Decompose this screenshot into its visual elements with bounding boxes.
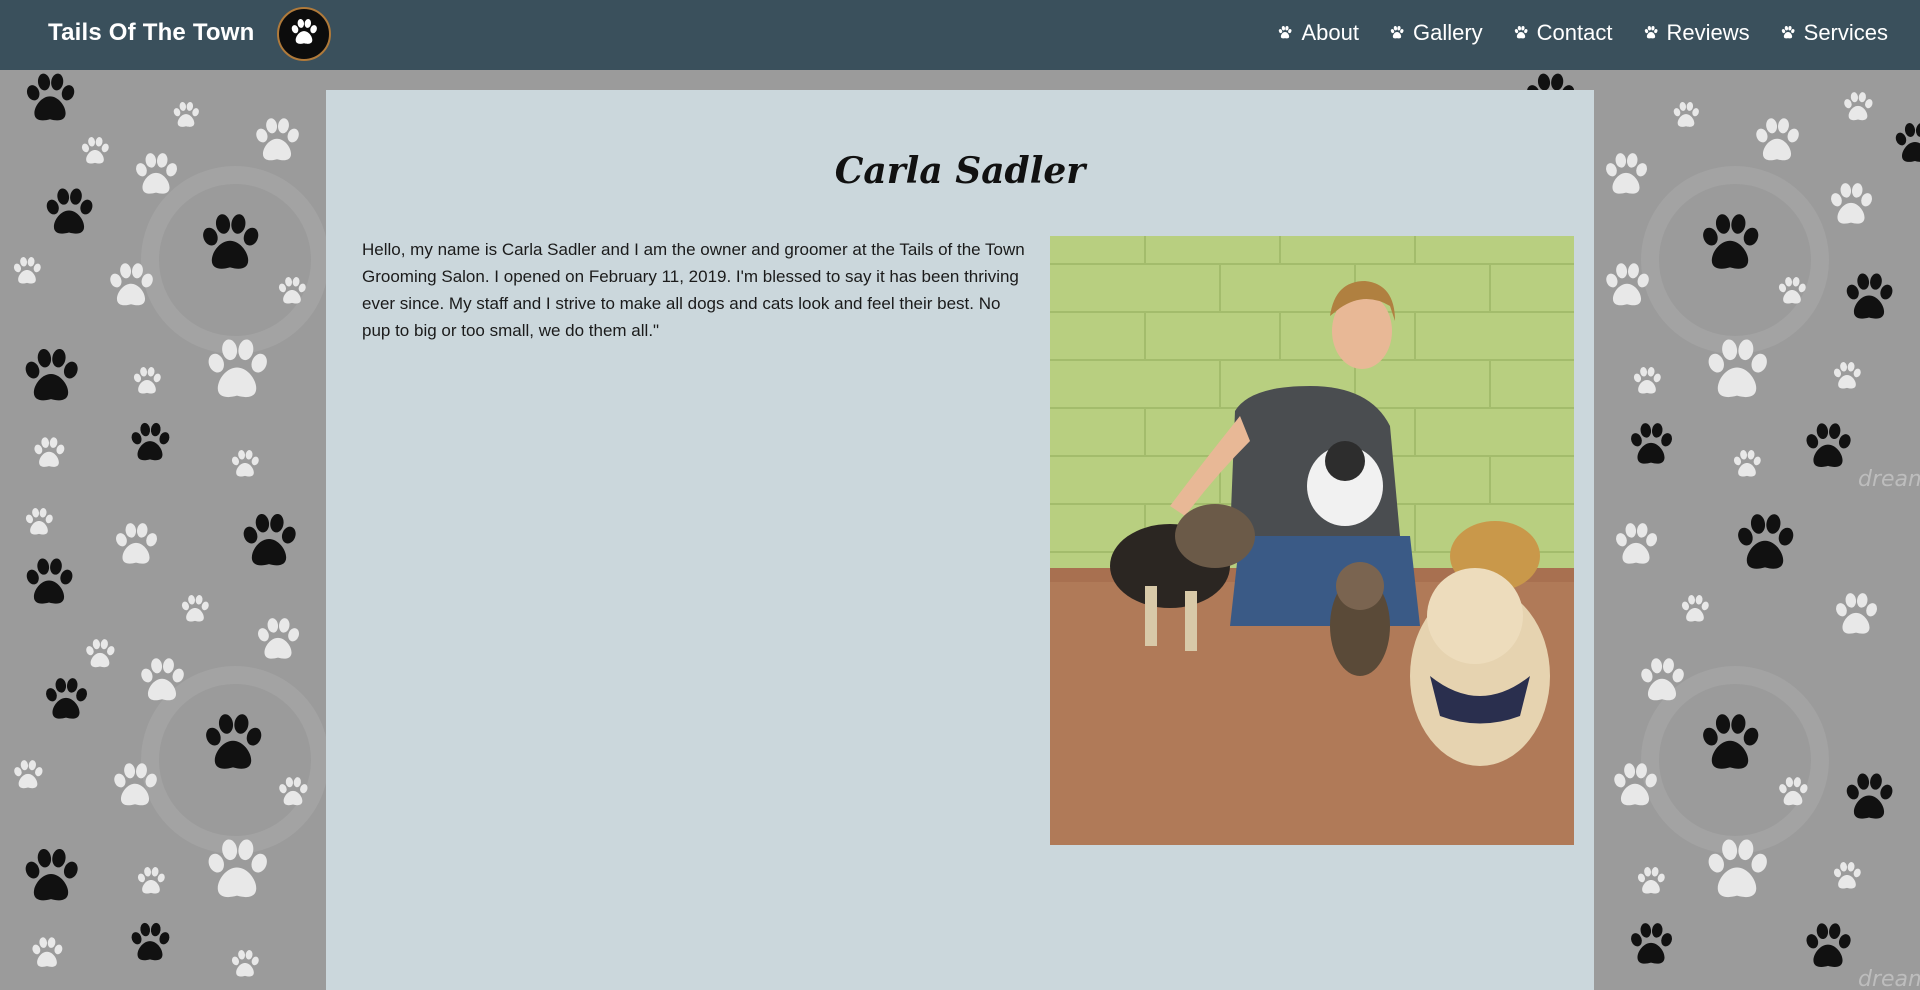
nav-links: About Gallery Contact Reviews Services [1277, 20, 1888, 46]
nav-link-label: Gallery [1412, 20, 1483, 45]
paw-icon [1390, 25, 1404, 39]
owner-bio-text: Hello, my name is Carla Sadler and I am … [362, 240, 1025, 340]
nav-link-services[interactable]: Services [1780, 20, 1888, 46]
nav-link-label: About [1301, 20, 1359, 45]
paw-logo-icon[interactable] [277, 7, 331, 61]
site-brand[interactable]: Tails Of The Town [48, 19, 255, 47]
owner-photo [1050, 236, 1574, 845]
nav-link-gallery[interactable]: Gallery [1389, 20, 1483, 46]
top-navbar: Tails Of The Town About Gallery Contact … [0, 0, 1920, 70]
paw-icon [1643, 25, 1658, 39]
nav-link-label: Reviews [1666, 20, 1750, 45]
owner-with-dogs-image [1050, 236, 1574, 845]
svg-text:dreamst: dreamst [1858, 467, 1920, 492]
nav-link-reviews[interactable]: Reviews [1643, 20, 1750, 46]
nav-link-label: Services [1803, 20, 1888, 45]
paw-icon [1780, 25, 1795, 39]
nav-link-label: Contact [1536, 20, 1613, 45]
about-content-panel: Carla Sadler Hello, my name is Carla Sad… [326, 90, 1594, 990]
paw-icon [1278, 25, 1293, 39]
svg-text:dreamst: dreamst [1858, 967, 1920, 990]
paw-icon [1513, 25, 1528, 39]
nav-link-about[interactable]: About [1277, 20, 1359, 46]
nav-link-contact[interactable]: Contact [1513, 20, 1613, 46]
page-title: Carla Sadler [834, 150, 1086, 192]
